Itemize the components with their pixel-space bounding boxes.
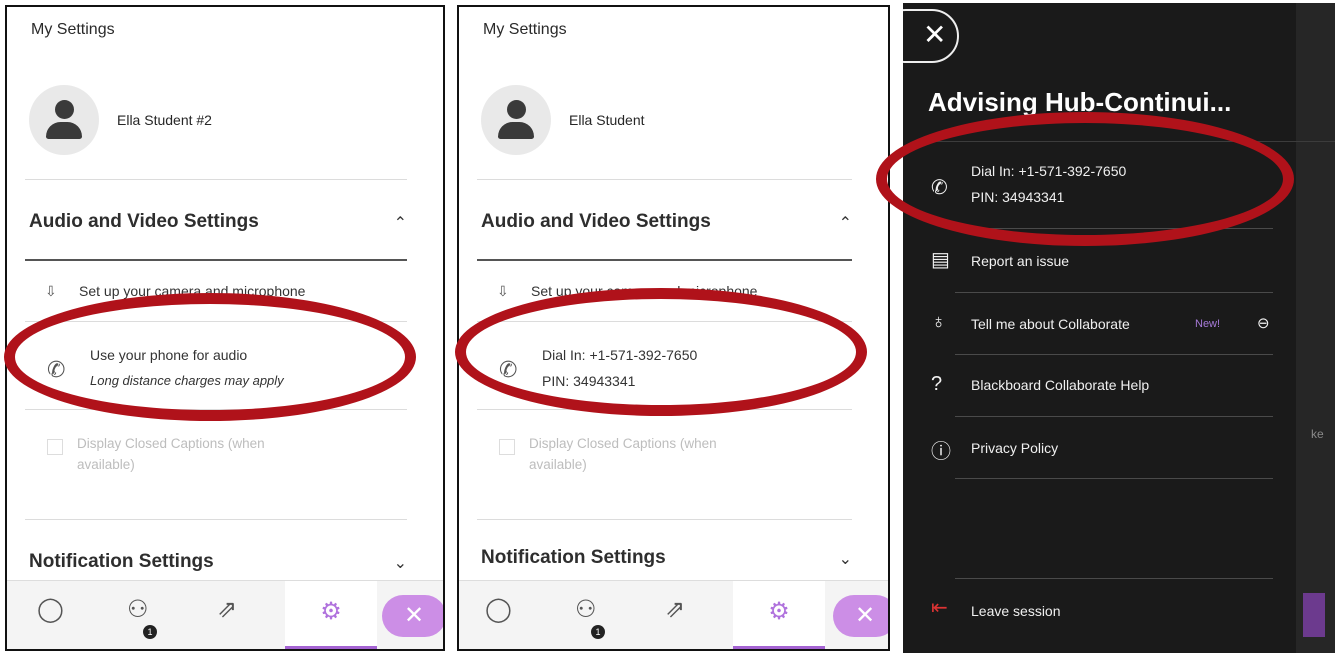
captions-label: Display Closed Captions (when available) <box>77 436 265 472</box>
partial-text: ke <box>1311 427 1324 441</box>
leave-icon: ⇤ <box>931 597 948 619</box>
bottom-tab-bar: ◯ ⚇ 1 ⇗ ⚙ ✕ <box>7 580 443 649</box>
audio-video-heading[interactable]: Audio and Video Settings <box>481 211 711 233</box>
divider <box>955 354 1273 355</box>
menu-item-tell-me[interactable]: Tell me about Collaborate <box>971 316 1130 332</box>
participants-badge: 1 <box>143 625 157 639</box>
help-icon: ? <box>931 373 943 395</box>
audio-video-heading[interactable]: Audio and Video Settings <box>29 211 259 233</box>
panel-title: My Settings <box>31 21 115 38</box>
bottom-tab-bar: ◯ ⚇ 1 ⇗ ⚙ ✕ <box>459 580 888 649</box>
background-strip <box>1296 3 1335 653</box>
chevron-up-icon[interactable]: ⌃ <box>839 213 852 233</box>
avatar <box>481 85 551 155</box>
divider <box>25 179 407 180</box>
divider <box>955 478 1273 479</box>
panel-title: My Settings <box>483 21 567 38</box>
lightbulb-icon: ♁ <box>931 311 946 333</box>
report-icon: ▤ <box>931 249 950 271</box>
user-name: Ella Student <box>569 112 645 128</box>
divider <box>25 519 407 520</box>
highlight-ring <box>876 112 1294 246</box>
side-accent <box>1303 593 1325 637</box>
divider <box>477 259 852 261</box>
session-menu-panel: ke ✕ Advising Hub-Continui... ✆ Dial In:… <box>903 3 1335 653</box>
gear-icon[interactable]: ⚙ <box>733 581 825 649</box>
chevron-up-icon[interactable]: ⌃ <box>394 213 407 233</box>
close-button[interactable]: ✕ <box>382 595 443 637</box>
camera-mic-icon: ⇩ <box>497 283 509 299</box>
menu-item-report[interactable]: Report an issue <box>971 253 1069 269</box>
participants-icon[interactable]: ⚇ <box>127 595 149 624</box>
notification-heading[interactable]: Notification Settings <box>481 547 666 569</box>
leave-session-button[interactable]: Leave session <box>971 603 1061 619</box>
close-button[interactable]: ✕ <box>833 595 888 637</box>
new-badge: New! <box>1195 318 1221 330</box>
menu-item-help[interactable]: Blackboard Collaborate Help <box>971 377 1149 393</box>
captions-label: Display Closed Captions (when available) <box>529 436 717 472</box>
divider <box>955 578 1273 579</box>
user-name: Ella Student #2 <box>117 112 212 128</box>
divider <box>477 519 852 520</box>
notification-heading[interactable]: Notification Settings <box>29 551 214 573</box>
divider <box>955 416 1273 417</box>
avatar <box>29 85 99 155</box>
chevron-down-icon[interactable]: ⌄ <box>839 549 852 569</box>
info-icon: ⓘ <box>931 441 951 463</box>
divider <box>25 259 407 261</box>
collapse-icon[interactable]: ⊖ <box>1257 314 1270 332</box>
close-icon: ✕ <box>923 19 947 50</box>
share-icon[interactable]: ⇗ <box>665 595 685 624</box>
close-button[interactable]: ✕ <box>903 9 959 63</box>
captions-checkbox[interactable] <box>47 439 63 455</box>
gear-icon[interactable]: ⚙ <box>285 581 377 649</box>
chat-icon[interactable]: ◯ <box>37 595 64 624</box>
share-icon[interactable]: ⇗ <box>217 595 237 624</box>
divider <box>955 292 1273 293</box>
participants-icon[interactable]: ⚇ <box>575 595 597 624</box>
participants-badge: 1 <box>591 625 605 639</box>
highlight-ring <box>455 288 867 416</box>
captions-checkbox[interactable] <box>499 439 515 455</box>
menu-item-privacy[interactable]: Privacy Policy <box>971 440 1058 456</box>
divider <box>477 179 852 180</box>
chat-icon[interactable]: ◯ <box>485 595 512 624</box>
camera-mic-icon: ⇩ <box>45 283 57 299</box>
chevron-down-icon[interactable]: ⌄ <box>394 553 407 573</box>
highlight-ring <box>4 293 416 421</box>
